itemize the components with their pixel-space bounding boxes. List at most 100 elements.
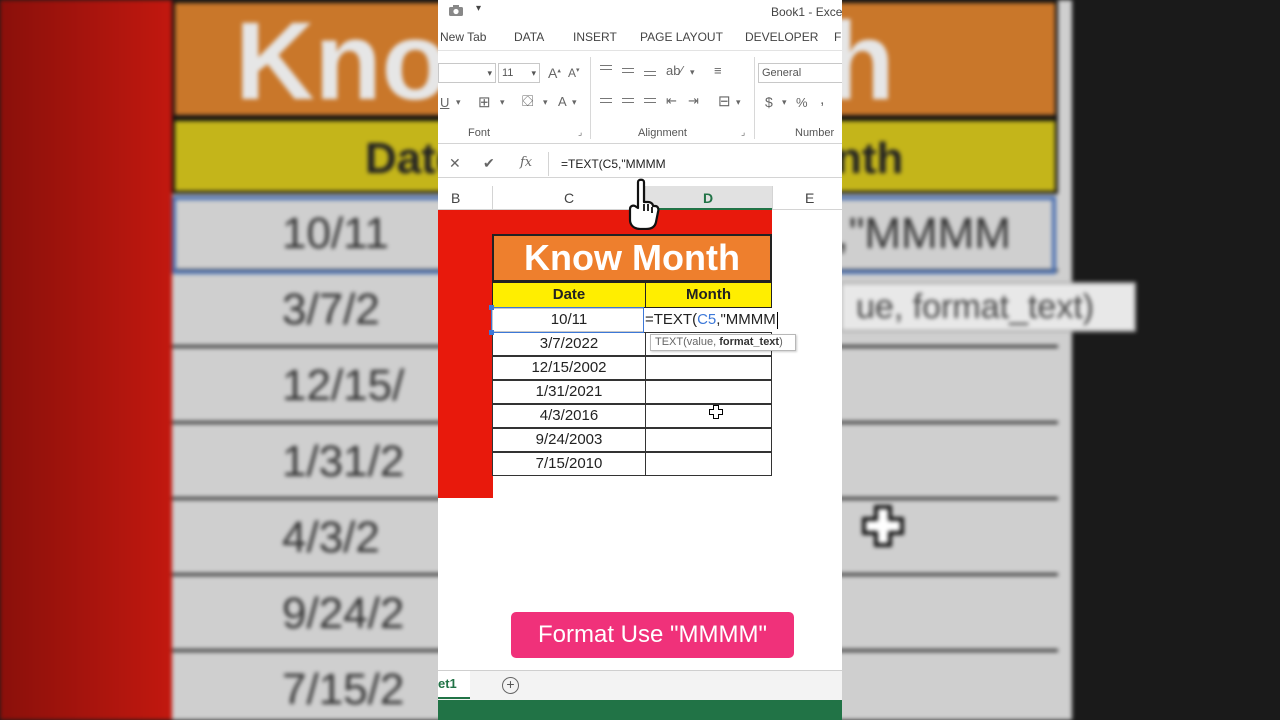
align-top-icon-line bbox=[600, 69, 612, 70]
date-cell[interactable]: 9/24/2003 bbox=[492, 428, 646, 452]
chevron-down-icon[interactable]: ▾ bbox=[456, 97, 461, 108]
tab-insert[interactable]: INSERT bbox=[573, 30, 617, 44]
add-sheet-icon[interactable]: + bbox=[502, 677, 519, 694]
month-cell[interactable] bbox=[645, 428, 772, 452]
tab-developer[interactable]: DEVELOPER bbox=[745, 30, 818, 44]
backdrop-cell: 1/31/2 bbox=[282, 437, 405, 486]
date-cell[interactable]: 1/31/2021 bbox=[492, 380, 646, 404]
underline-icon[interactable]: U bbox=[440, 95, 449, 110]
align-center-icon-line bbox=[622, 102, 634, 103]
header-date[interactable]: Date bbox=[492, 282, 646, 308]
function-tooltip[interactable]: TEXT(value, format_text) bbox=[650, 334, 796, 351]
column-header-b[interactable]: B bbox=[451, 190, 460, 206]
column-header-e[interactable]: E bbox=[805, 190, 814, 206]
sheet-tab[interactable]: et1 bbox=[438, 671, 470, 699]
date-cell[interactable]: 7/15/2010 bbox=[492, 452, 646, 476]
month-cell[interactable] bbox=[645, 452, 772, 476]
formula-input[interactable]: =TEXT(C5,"MMMM bbox=[548, 152, 842, 176]
merge-center-icon[interactable]: ⊟ bbox=[718, 92, 731, 110]
decrease-indent-icon[interactable]: ⇤ bbox=[666, 93, 677, 109]
table-title[interactable]: Know Month bbox=[492, 234, 772, 282]
backdrop-header-month: nth bbox=[835, 134, 904, 183]
backdrop-cell: 9/24/2 bbox=[282, 589, 405, 638]
chevron-down-icon: ▾ bbox=[487, 68, 492, 78]
backdrop-cross-cursor-icon bbox=[862, 505, 904, 547]
dialog-launcher-icon[interactable]: ⌟ bbox=[578, 127, 582, 138]
insert-function-icon[interactable]: fx bbox=[520, 155, 532, 170]
title-bar: ▾ Book1 - Excel bbox=[438, 0, 842, 24]
date-cell[interactable]: 12/15/2002 bbox=[492, 356, 646, 380]
align-middle-icon-line bbox=[622, 72, 634, 73]
number-format-value: General bbox=[762, 67, 802, 79]
chevron-down-icon[interactable]: ▾ bbox=[736, 97, 741, 108]
video-frame: Know Month Date nth 10/115,"MMMM 3/7/2 1… bbox=[0, 0, 1280, 720]
quick-access-dropdown-icon[interactable]: ▾ bbox=[476, 3, 481, 14]
align-left-icon[interactable] bbox=[600, 98, 612, 99]
column-header-c[interactable]: C bbox=[564, 190, 574, 206]
fill-color-icon[interactable]: ⛋ bbox=[522, 93, 533, 110]
backdrop-cell: 7/15/2 bbox=[282, 665, 405, 714]
chevron-down-icon[interactable]: ▾ bbox=[572, 97, 577, 108]
chevron-down-icon[interactable]: ▾ bbox=[543, 97, 548, 108]
cross-cursor-icon bbox=[709, 405, 723, 419]
selection-handle[interactable] bbox=[489, 330, 494, 335]
number-format-box[interactable]: General bbox=[758, 63, 842, 83]
increase-indent-icon[interactable]: ⇥ bbox=[688, 93, 699, 109]
backdrop-cell: 12/15/ bbox=[282, 361, 405, 410]
excel-window: ▾ Book1 - Excel New Tab DATA INSERT PAGE… bbox=[438, 0, 842, 720]
align-middle-icon[interactable] bbox=[622, 68, 634, 69]
wrap-text-icon[interactable]: ≡ bbox=[714, 63, 722, 78]
align-center-icon[interactable] bbox=[622, 98, 634, 99]
tab-data[interactable]: DATA bbox=[514, 30, 544, 44]
pointing-hand-icon bbox=[628, 178, 660, 230]
month-cell[interactable] bbox=[645, 380, 772, 404]
font-name-box[interactable]: ▾ bbox=[438, 63, 496, 83]
selection-handle[interactable] bbox=[489, 305, 494, 310]
date-cell[interactable]: 4/3/2016 bbox=[492, 404, 646, 428]
borders-icon[interactable]: ⊞ bbox=[478, 93, 491, 111]
align-right-icon[interactable] bbox=[644, 98, 656, 99]
backdrop-cell: 3/7/2 bbox=[282, 285, 380, 334]
orientation-icon[interactable]: ab⁄ bbox=[666, 63, 683, 78]
tab-new-tab[interactable]: New Tab bbox=[440, 30, 486, 44]
font-size-box[interactable]: 11 ▾ bbox=[498, 63, 540, 83]
chevron-down-icon[interactable]: ▾ bbox=[782, 97, 787, 108]
align-bottom-icon[interactable] bbox=[644, 71, 656, 72]
text-caret bbox=[776, 311, 778, 329]
group-label-alignment: Alignment bbox=[638, 127, 687, 139]
increase-font-icon[interactable]: A▴ bbox=[548, 65, 561, 81]
font-color-icon[interactable]: A bbox=[558, 94, 567, 109]
formula-prefix: =TEXT( bbox=[645, 311, 698, 328]
align-right-icon-line bbox=[644, 102, 656, 103]
chevron-down-icon[interactable]: ▾ bbox=[690, 67, 695, 78]
editing-cell[interactable]: =TEXT(C5,"MMMM bbox=[644, 308, 780, 332]
percent-icon[interactable]: % bbox=[796, 95, 808, 110]
month-cell[interactable] bbox=[645, 356, 772, 380]
align-top-icon[interactable] bbox=[600, 65, 612, 66]
header-month[interactable]: Month bbox=[645, 282, 772, 308]
backdrop-cell: 4/3/2 bbox=[282, 513, 380, 562]
dialog-launcher-icon[interactable]: ⌟ bbox=[741, 127, 745, 138]
currency-icon[interactable]: $ bbox=[765, 94, 773, 110]
column-divider bbox=[492, 186, 493, 210]
caption-banner: Format Use "MMMM" bbox=[511, 612, 794, 658]
chevron-down-icon[interactable]: ▾ bbox=[500, 97, 505, 108]
column-divider bbox=[772, 186, 773, 210]
column-header-d[interactable]: D bbox=[703, 190, 713, 206]
red-fill-column bbox=[438, 210, 493, 498]
chevron-down-icon: ▾ bbox=[531, 68, 536, 78]
camera-icon[interactable] bbox=[448, 4, 464, 17]
worksheet-grid[interactable]: Know Month Date Month 10/11 3/7/2022 12/… bbox=[438, 210, 842, 670]
date-cell[interactable]: 3/7/2022 bbox=[492, 332, 646, 356]
backdrop-red-strip bbox=[0, 0, 172, 720]
formula-reference-highlight bbox=[491, 307, 644, 333]
group-label-number: Number bbox=[795, 127, 835, 139]
decrease-font-icon[interactable]: A▾ bbox=[568, 66, 580, 80]
group-separator bbox=[754, 57, 755, 139]
cancel-icon[interactable]: ✕ bbox=[449, 155, 461, 172]
tab-formulas[interactable]: F bbox=[834, 30, 841, 44]
tab-page-layout[interactable]: PAGE LAYOUT bbox=[640, 30, 723, 44]
comma-style-icon[interactable]: , bbox=[820, 91, 824, 109]
enter-check-icon[interactable]: ✔ bbox=[483, 155, 495, 172]
tooltip-current-arg: format_text bbox=[719, 336, 780, 348]
